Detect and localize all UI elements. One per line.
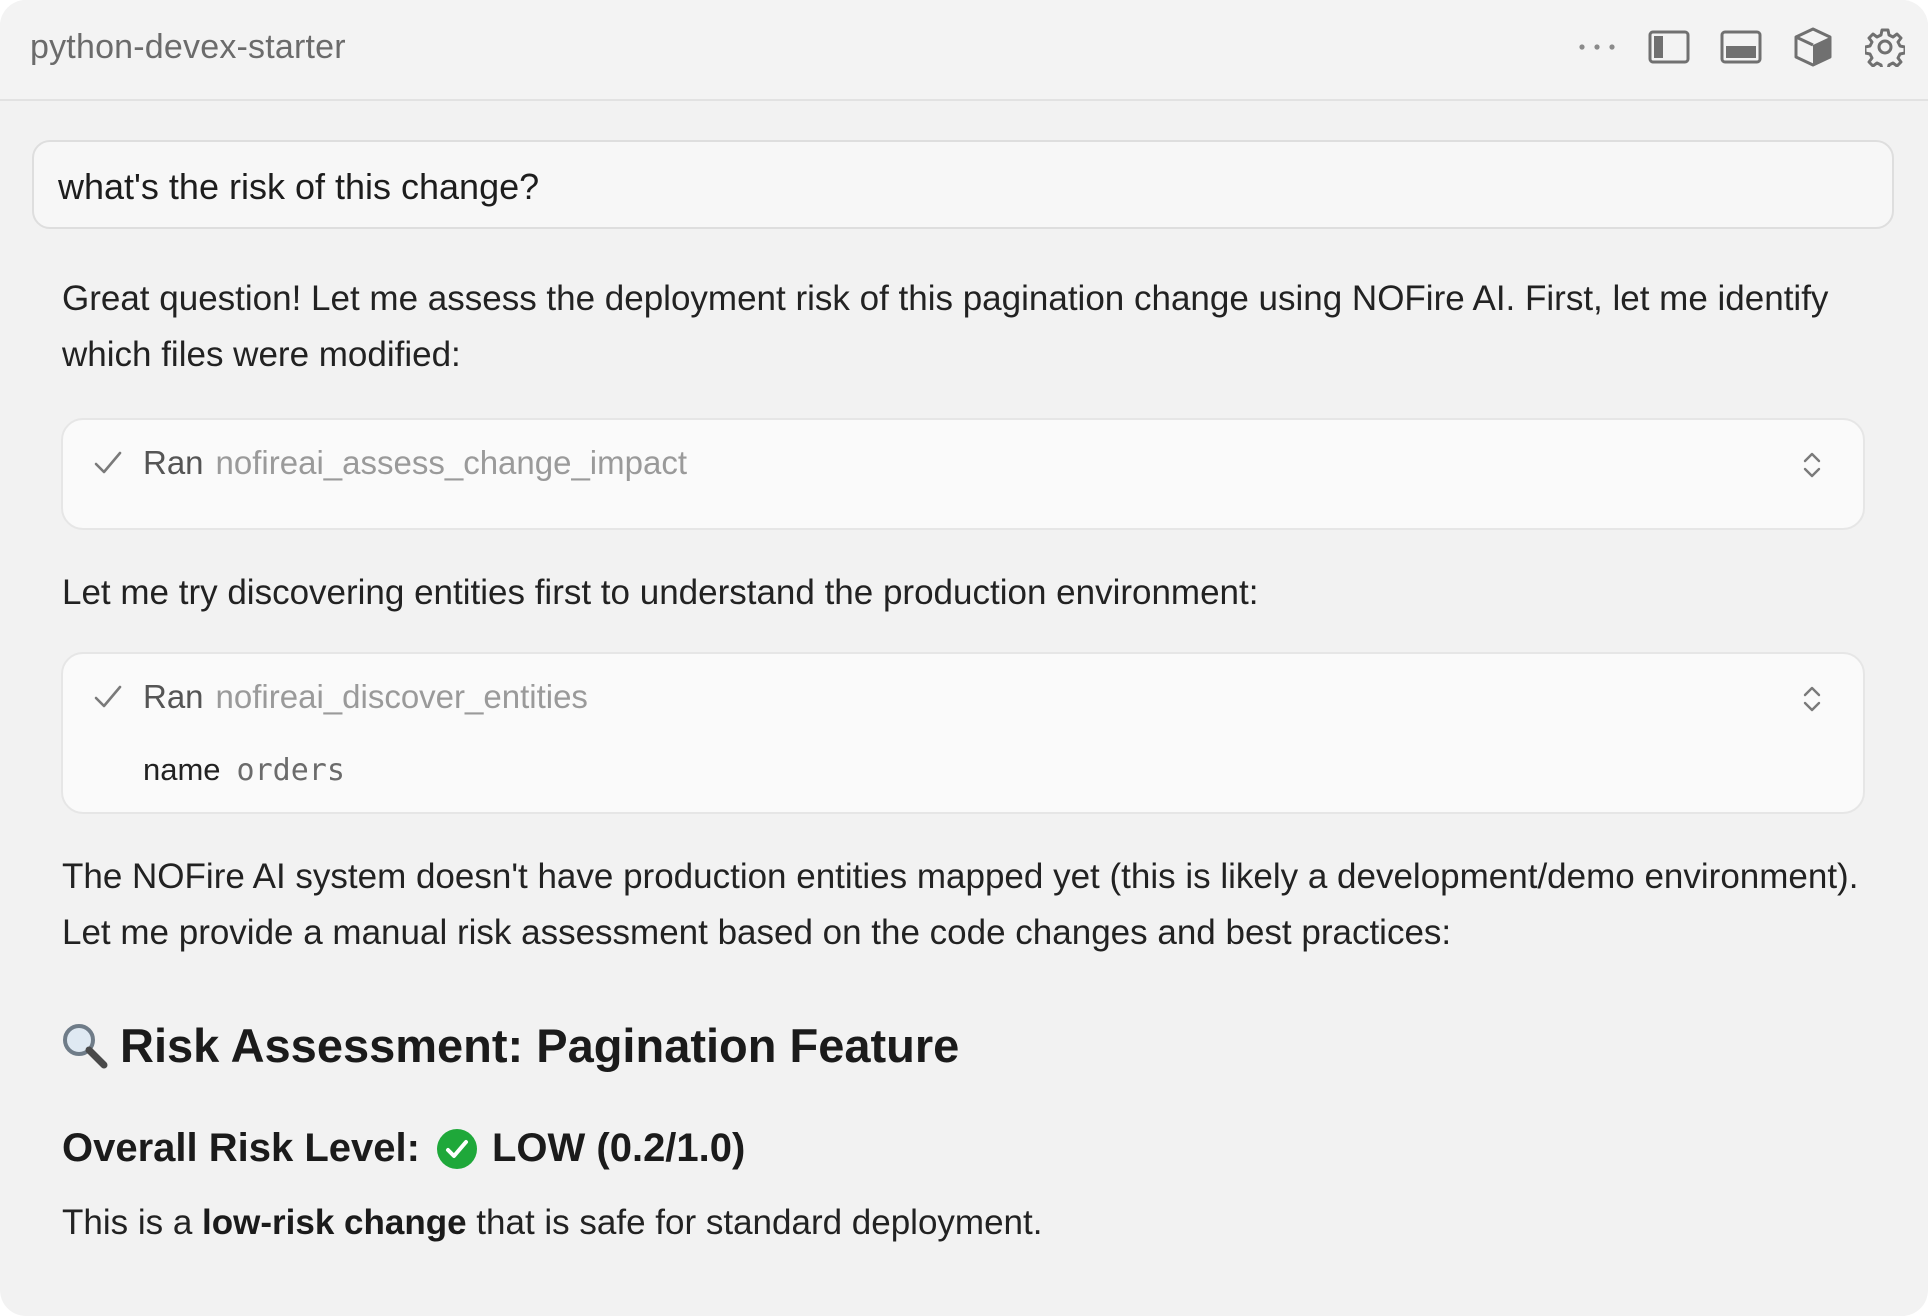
param-value: orders (236, 753, 345, 788)
closing-before: This is a (62, 1203, 203, 1242)
tool-call-card-discover[interactable]: Ran nofireai_discover_entities name orde… (61, 652, 1865, 814)
user-prompt-text: what's the risk of this change? (58, 166, 540, 207)
magnifier-icon (63, 1023, 108, 1068)
tool-name: nofireai_assess_change_impact (215, 444, 688, 481)
extensions-button[interactable] (1792, 26, 1834, 68)
expand-collapse-icon[interactable] (1801, 684, 1823, 714)
tool-parameter-row: name orders (143, 752, 345, 788)
closing-bold: low-risk change (202, 1203, 467, 1242)
toggle-sidebar-button[interactable] (1648, 26, 1690, 68)
green-check-circle-icon (436, 1128, 477, 1169)
tool-name: nofireai_discover_entities (215, 678, 588, 715)
section-heading-text: Risk Assessment: Pagination Feature (120, 1019, 960, 1072)
more-options-button[interactable] (1576, 26, 1618, 68)
closing-sentence: This is a low-risk change that is safe f… (62, 1203, 1042, 1243)
settings-button[interactable] (1864, 26, 1906, 68)
risk-level-heading: Overall Risk Level: LOW (0.2/1.0) (62, 1126, 745, 1171)
user-prompt-bubble[interactable]: what's the risk of this change? (32, 140, 1894, 229)
panel-toggle-icon (1720, 30, 1762, 64)
toggle-panel-button[interactable] (1720, 26, 1762, 68)
sidebar-toggle-icon (1648, 30, 1690, 64)
closing-after: that is safe for standard deployment. (466, 1203, 1043, 1242)
tool-call-card-assess[interactable]: Ran nofireai_assess_change_impact (61, 418, 1865, 530)
response-intro: Great question! Let me assess the deploy… (62, 279, 1829, 374)
more-options-icon (1579, 44, 1615, 50)
tool-call-header: Ran nofireai_assess_change_impact (93, 444, 687, 482)
tool-status-label: Ran (143, 678, 204, 715)
toolbar (1576, 26, 1906, 68)
gear-icon (1865, 28, 1905, 67)
cube-icon (1794, 27, 1832, 67)
response-middle: Let me try discovering entities first to… (62, 573, 1259, 612)
check-icon (94, 451, 122, 474)
tool-call-header: Ran nofireai_discover_entities (93, 678, 588, 716)
check-icon (94, 685, 122, 708)
section-heading: Risk Assessment: Pagination Feature (60, 1018, 959, 1073)
param-key: name (143, 752, 221, 787)
risk-level-label: Overall Risk Level: (62, 1126, 420, 1170)
tool-status-label: Ran (143, 444, 204, 481)
expand-collapse-icon[interactable] (1801, 450, 1823, 480)
response-explanation: The NOFire AI system doesn't have produc… (62, 857, 1859, 952)
app-window: python-devex-starter what's the risk of … (0, 0, 1928, 1316)
risk-level-value: LOW (0.2/1.0) (491, 1126, 746, 1170)
window-title: python-devex-starter (30, 28, 346, 66)
title-bar: python-devex-starter (0, 0, 1928, 101)
